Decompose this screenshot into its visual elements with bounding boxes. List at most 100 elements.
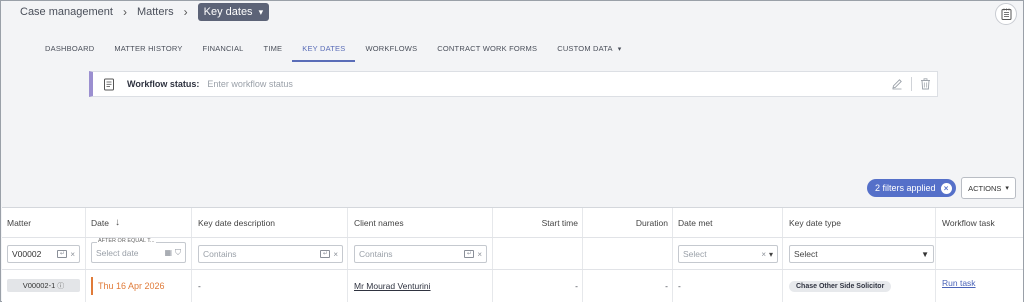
- description-filter-placeholder: Contains: [203, 249, 237, 259]
- tab-custom-data[interactable]: CUSTOM DATA ▾: [547, 37, 631, 62]
- clear-icon[interactable]: ×: [761, 250, 766, 259]
- tab-time[interactable]: TIME: [254, 37, 293, 62]
- header-label: Client names: [354, 217, 404, 228]
- matter-filter-value: V00002: [12, 249, 42, 259]
- column-header-workflow-task[interactable]: Workflow task: [942, 208, 995, 237]
- date-filter-placeholder: Select date: [96, 247, 139, 258]
- column-header-date[interactable]: Date ↓: [91, 208, 120, 237]
- breadcrumb-matters[interactable]: Matters: [137, 6, 174, 18]
- filters-applied-label: 2 filters applied: [875, 183, 936, 193]
- client-name-link[interactable]: Mr Mourad Venturini: [354, 281, 431, 291]
- column-header-date-met[interactable]: Date met: [678, 208, 713, 237]
- date-value: Thu 16 Apr 2026: [98, 281, 165, 291]
- enter-icon[interactable]: ↵: [464, 250, 475, 258]
- tab-label: TIME: [263, 44, 283, 53]
- chevron-down-icon: ▾: [617, 45, 622, 53]
- header-label: Duration: [635, 217, 668, 228]
- tab-workflows[interactable]: WORKFLOWS: [355, 37, 427, 62]
- header-label: Key date description: [198, 217, 276, 228]
- tab-matter-history[interactable]: MATTER HISTORY: [104, 37, 192, 62]
- tab-label: CONTRACT WORK FORMS: [437, 44, 538, 53]
- chevron-down-icon: ▾: [768, 249, 773, 259]
- date-met-cell: -: [678, 270, 681, 302]
- clear-filters-icon[interactable]: ×: [940, 182, 952, 194]
- matter-filter-input[interactable]: V00002 ↵ ×: [7, 245, 80, 263]
- clear-icon[interactable]: ×: [333, 250, 338, 259]
- workflow-status-panel: Workflow status:: [89, 71, 938, 97]
- table-row[interactable]: V00002-1 ⓘ Thu 16 Apr 2026 - Mr Mourad V…: [2, 270, 1023, 302]
- date-met-select[interactable]: Select × ▾: [678, 245, 778, 263]
- calendar-icon[interactable]: ▦: [164, 248, 172, 257]
- grid-header-row: Matter Date ↓ Key date description Clien…: [2, 208, 1023, 238]
- column-header-client-names[interactable]: Client names: [354, 208, 404, 237]
- tab-dashboard[interactable]: DASHBOARD: [35, 37, 104, 62]
- filter-input-icons: ↵ ×: [320, 250, 338, 259]
- matter-chip[interactable]: V00002-1 ⓘ: [7, 279, 80, 292]
- filter-input-icons: ↵ ×: [464, 250, 482, 259]
- description-cell: -: [198, 270, 201, 302]
- tab-financial[interactable]: FINANCIAL: [193, 37, 254, 62]
- tab-contract-work-forms[interactable]: CONTRACT WORK FORMS: [427, 37, 547, 62]
- divider: [911, 77, 912, 91]
- key-dates-grid: Matter Date ↓ Key date description Clien…: [2, 207, 1023, 302]
- header-label: Date: [91, 217, 109, 228]
- filter-input-icons: ▦ ⛉: [164, 248, 181, 258]
- document-icon: [104, 78, 114, 90]
- clear-icon[interactable]: ×: [70, 250, 75, 259]
- tab-key-dates[interactable]: KEY DATES: [292, 37, 356, 62]
- matter-chip-label: V00002-1: [22, 281, 56, 290]
- header-label: Start time: [541, 217, 578, 228]
- tab-label: MATTER HISTORY: [114, 44, 183, 53]
- actions-label: ACTIONS: [968, 183, 1002, 193]
- tab-label: KEY DATES: [302, 44, 346, 53]
- date-filter-legend: AFTER OR EQUAL T...: [97, 238, 156, 244]
- column-header-matter[interactable]: Matter: [7, 208, 31, 237]
- breadcrumb-current-dropdown[interactable]: Key dates ▾: [197, 3, 270, 21]
- tab-label: CUSTOM DATA: [557, 44, 613, 53]
- date-met-placeholder: Select: [683, 249, 707, 259]
- workflow-actions: [891, 77, 931, 91]
- breadcrumb: Case management › Matters › Key dates ▾: [20, 3, 270, 21]
- header-label: Key date type: [789, 217, 841, 228]
- enter-icon[interactable]: ↵: [320, 250, 331, 258]
- header-label: Workflow task: [942, 217, 995, 228]
- chevron-right-icon: ›: [122, 5, 127, 19]
- workflow-status-label: Workflow status:: [127, 79, 200, 89]
- tab-label: DASHBOARD: [45, 44, 95, 53]
- key-date-type-cell: Chase Other Side Solicitor: [789, 270, 892, 302]
- trash-icon[interactable]: [920, 78, 931, 90]
- notes-button[interactable]: [995, 3, 1017, 25]
- grid-filter-row: V00002 ↵ × AFTER OR EQUAL T... Select da…: [2, 238, 1023, 270]
- pencil-icon[interactable]: [891, 78, 903, 90]
- breadcrumb-case-management[interactable]: Case management: [20, 6, 113, 18]
- workflow-task-cell: Run task: [942, 270, 976, 302]
- column-header-description[interactable]: Key date description: [198, 208, 275, 237]
- actions-button[interactable]: ACTIONS ▾: [961, 177, 1016, 199]
- workflow-status-input[interactable]: [207, 79, 808, 89]
- client-names-filter-input[interactable]: Contains ↵ ×: [354, 245, 487, 263]
- run-task-link[interactable]: Run task: [942, 278, 976, 288]
- header-label: Date met: [678, 217, 713, 228]
- type-select-placeholder: Select: [794, 249, 818, 259]
- sort-arrow-down-icon[interactable]: ↓: [115, 217, 120, 228]
- clear-icon[interactable]: ×: [477, 250, 482, 259]
- chevron-right-icon: ›: [183, 5, 188, 19]
- date-filter-input[interactable]: AFTER OR EQUAL T... Select date ▦ ⛉: [91, 238, 186, 263]
- key-date-type-chip: Chase Other Side Solicitor: [789, 280, 892, 292]
- filter-icon[interactable]: ⛉: [175, 248, 181, 258]
- description-value: -: [198, 281, 201, 291]
- header-label: Matter: [7, 217, 32, 228]
- enter-icon[interactable]: ↵: [57, 250, 68, 258]
- column-header-duration[interactable]: Duration: [582, 208, 668, 237]
- column-header-start-time[interactable]: Start time: [492, 208, 578, 237]
- client-cell: Mr Mourad Venturini: [354, 270, 431, 302]
- key-date-type-select[interactable]: Select ▼: [789, 245, 934, 263]
- select-icons: × ▾: [761, 250, 773, 259]
- start-time-cell: -: [492, 270, 578, 302]
- description-filter-input[interactable]: Contains ↵ ×: [198, 245, 343, 263]
- notepad-icon: [1001, 8, 1011, 20]
- filters-applied-pill[interactable]: 2 filters applied ×: [867, 179, 956, 197]
- column-header-key-date-type[interactable]: Key date type: [789, 208, 841, 237]
- info-icon[interactable]: ⓘ: [57, 281, 64, 291]
- caret-down-icon: ▼: [921, 249, 929, 259]
